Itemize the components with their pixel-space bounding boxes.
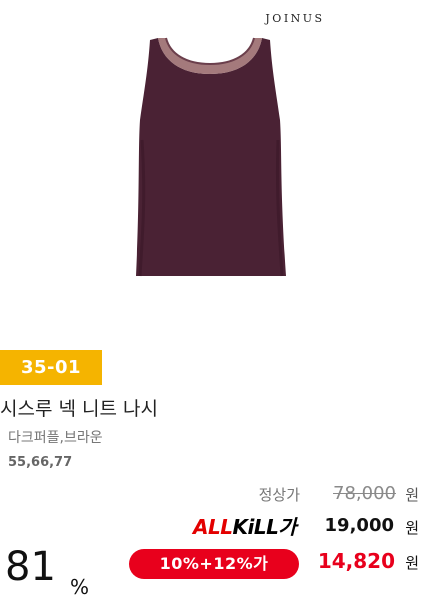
sleeveless-knit-top-image[interactable]	[120, 30, 300, 280]
allkill-logo: ALLKiLL가	[193, 511, 297, 540]
product-name[interactable]: 시스루 넥 니트 나시	[0, 394, 158, 421]
allkill-price-currency: 원	[405, 519, 419, 537]
allkill-price: 19,000	[324, 515, 394, 536]
product-code-badge: 35-01	[0, 350, 102, 385]
final-price: 14,820	[317, 549, 395, 573]
regular-price: 78,000	[333, 483, 396, 504]
product-card[interactable]: JOINUS 35-01 시스루 넥 니트 나시 다크퍼플,브라운 55,66,…	[0, 0, 430, 600]
product-color: 다크퍼플,브라운	[8, 430, 103, 446]
regular-price-label: 정상가	[258, 486, 300, 504]
product-sizes: 55,66,77	[8, 455, 73, 470]
brand-logo: JOINUS	[265, 12, 325, 25]
discount-rate: 81	[5, 544, 56, 590]
allkill-logo-red: ALL	[193, 515, 233, 539]
regular-price-currency: 원	[405, 486, 419, 504]
discount-badge: 10%+12%가	[129, 549, 299, 579]
percent-sign: %	[70, 575, 90, 599]
final-price-currency: 원	[405, 554, 419, 572]
allkill-logo-black: KiLL가	[232, 515, 297, 539]
